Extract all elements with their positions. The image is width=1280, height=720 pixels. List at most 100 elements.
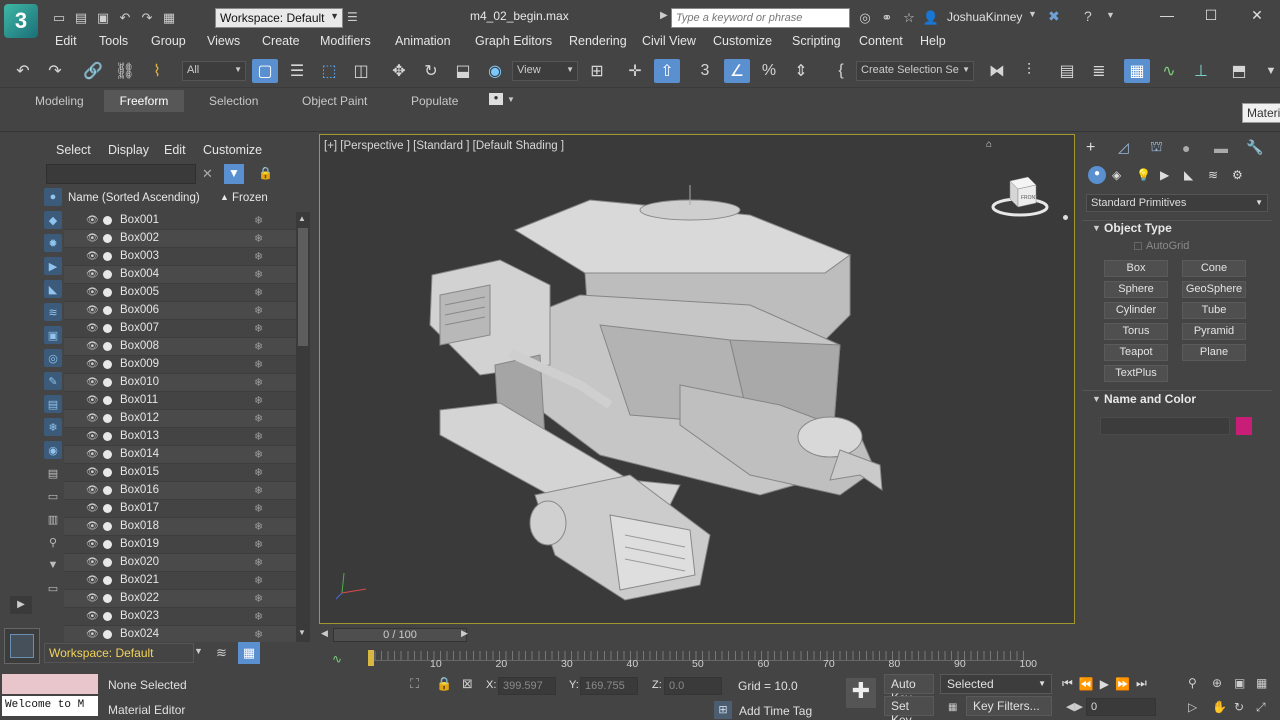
set-key-icon[interactable]: ✚: [846, 678, 876, 708]
orbit-icon[interactable]: ↻: [1234, 700, 1244, 714]
pivot-center-icon[interactable]: ⊞: [584, 59, 610, 83]
frozen-toggle-icon[interactable]: ❄: [254, 214, 263, 227]
create-tab-icon[interactable]: +: [1086, 139, 1108, 157]
shapes-icon[interactable]: ◈: [1112, 168, 1130, 182]
zoom-all-icon[interactable]: ⊕: [1212, 676, 1222, 690]
clear-search-icon[interactable]: ✕: [202, 166, 213, 182]
object-type-title[interactable]: Object Type: [1104, 221, 1172, 235]
list-item[interactable]: 👁 Box009 ❄: [64, 356, 296, 374]
list-item[interactable]: 👁 Box023 ❄: [64, 608, 296, 626]
list-item[interactable]: 👁 Box016 ❄: [64, 482, 296, 500]
previous-key-icon[interactable]: ⏪: [1079, 677, 1094, 691]
chevron-down-icon[interactable]: ▼: [1258, 59, 1280, 83]
list-item[interactable]: 👁 Box021 ❄: [64, 572, 296, 590]
infocenter-icon[interactable]: ⚭: [876, 7, 898, 29]
visibility-eye-icon[interactable]: 👁: [86, 521, 99, 532]
visibility-eye-icon[interactable]: 👁: [86, 215, 99, 226]
key-filter-icon[interactable]: ▦: [948, 702, 957, 713]
selection-filter-dropdown[interactable]: All ▼: [182, 61, 246, 81]
display-tab-icon[interactable]: ▬: [1214, 140, 1236, 156]
track-bar[interactable]: 10 20 30 40 50 60 70 80 90 100: [330, 648, 1037, 672]
explorer-tab-display[interactable]: Display: [108, 143, 149, 157]
user-icon[interactable]: 👤: [920, 7, 942, 29]
explorer-tab-edit[interactable]: Edit: [164, 143, 186, 157]
frozen-toggle-icon[interactable]: ❄: [254, 268, 263, 281]
explorer-tab-select[interactable]: Select: [56, 143, 91, 157]
move-icon[interactable]: ✥: [386, 59, 412, 83]
column-frozen[interactable]: Frozen: [232, 192, 268, 204]
unlink-icon[interactable]: ⛓: [112, 59, 138, 83]
frozen-toggle-icon[interactable]: ❄: [254, 520, 263, 533]
star-icon[interactable]: ☆: [898, 7, 920, 29]
layer-icon[interactable]: ▭: [44, 579, 62, 597]
absolute-mode-icon[interactable]: ⊠: [462, 676, 473, 692]
menu-graph-editors[interactable]: Graph Editors: [475, 34, 552, 48]
link-icon[interactable]: 🔗: [80, 59, 106, 83]
menu-icon[interactable]: ☰: [347, 10, 358, 24]
time-tag-icon[interactable]: ⊞: [714, 701, 732, 719]
groups-filter-icon[interactable]: ▣: [44, 326, 62, 344]
menu-help[interactable]: Help: [920, 34, 946, 48]
explorer-tab-customize[interactable]: Customize: [203, 143, 262, 157]
helpers-filter-icon[interactable]: ◣: [44, 280, 62, 298]
go-to-end-icon[interactable]: ⏭: [1136, 676, 1147, 691]
menu-edit[interactable]: Edit: [55, 34, 77, 48]
visibility-eye-icon[interactable]: 👁: [86, 539, 99, 550]
scroll-up-icon[interactable]: ▲: [298, 214, 306, 223]
frozen-toggle-icon[interactable]: ❄: [254, 232, 263, 245]
visibility-eye-icon[interactable]: 👁: [86, 287, 99, 298]
visibility-eye-icon[interactable]: 👁: [86, 251, 99, 262]
frozen-toggle-icon[interactable]: ❄: [254, 628, 263, 641]
chevron-down-icon[interactable]: ▼: [1106, 10, 1115, 20]
auto-key-button[interactable]: Auto Key: [884, 674, 934, 705]
scrollbar-thumb[interactable]: [298, 228, 308, 346]
y-coordinate-field[interactable]: 169.755: [580, 677, 638, 695]
rotate-icon[interactable]: ↻: [418, 59, 444, 83]
minimize-icon[interactable]: —: [1152, 4, 1182, 26]
menu-scripting[interactable]: Scripting: [792, 34, 841, 48]
previous-frame-icon[interactable]: ◀: [321, 628, 328, 639]
snaps-toggle-icon[interactable]: 3: [692, 59, 718, 83]
chevron-down-icon[interactable]: ▼: [1028, 9, 1037, 19]
field-of-view-icon[interactable]: ▷: [1188, 700, 1197, 714]
tab-object-paint[interactable]: Object Paint: [302, 94, 367, 108]
explorer-workspace[interactable]: Workspace: Default: [44, 643, 194, 663]
time-slider[interactable]: 0 / 100: [333, 628, 467, 642]
pan-view-icon[interactable]: ✋: [1212, 700, 1227, 714]
viewcube[interactable]: FRONT: [990, 171, 1050, 221]
visibility-eye-icon[interactable]: 👁: [86, 575, 99, 586]
frozen-toggle-icon[interactable]: ❄: [254, 592, 263, 605]
current-time-marker[interactable]: [368, 650, 374, 666]
list-item[interactable]: 👁 Box005 ❄: [64, 284, 296, 302]
isolate-selection-icon[interactable]: ⛶: [410, 676, 419, 692]
named-selection-dropdown[interactable]: Create Selection Se ▼: [856, 61, 974, 81]
explorer-search-input[interactable]: [46, 164, 196, 184]
redo-icon[interactable]: ↷: [42, 59, 68, 83]
list-item[interactable]: 👁 Box001 ❄: [64, 212, 296, 230]
cylinder-button[interactable]: Cylinder: [1104, 302, 1168, 319]
list-item[interactable]: 👁 Box013 ❄: [64, 428, 296, 446]
spacewarps-icon[interactable]: ≋: [1208, 168, 1226, 182]
teapot-button[interactable]: Teapot: [1104, 344, 1168, 361]
perspective-viewport[interactable]: [+] [Perspective ] [Standard ] [Default …: [319, 134, 1075, 624]
list-item[interactable]: 👁 Box014 ❄: [64, 446, 296, 464]
keyboard-shortcut-override-icon[interactable]: ⇧: [654, 59, 680, 83]
window-crossing-icon[interactable]: ◫: [348, 59, 374, 83]
key-mode-dropdown[interactable]: Selected ▼: [940, 674, 1052, 694]
menu-group[interactable]: Group: [151, 34, 186, 48]
selection-lock-icon[interactable]: 🔒: [436, 676, 452, 692]
frozen-toggle-icon[interactable]: ❄: [254, 538, 263, 551]
select-manipulate-icon[interactable]: ✛: [622, 59, 648, 83]
utilities-tab-icon[interactable]: 🔧: [1246, 139, 1268, 156]
frozen-toggle-icon[interactable]: ❄: [254, 412, 263, 425]
binoculars-icon[interactable]: ◎: [854, 7, 876, 29]
visibility-eye-icon[interactable]: 👁: [86, 593, 99, 604]
toggle-ribbon-icon[interactable]: ▦: [1124, 59, 1150, 83]
modify-tab-icon[interactable]: ◿: [1118, 139, 1140, 156]
visibility-eye-icon[interactable]: 👁: [86, 233, 99, 244]
tab-modeling[interactable]: Modeling: [35, 94, 84, 108]
visibility-eye-icon[interactable]: 👁: [86, 629, 99, 640]
home-icon[interactable]: ⌂: [986, 139, 992, 150]
lights-filter-icon[interactable]: ✹: [44, 234, 62, 252]
new-file-icon[interactable]: ▭: [48, 7, 70, 29]
